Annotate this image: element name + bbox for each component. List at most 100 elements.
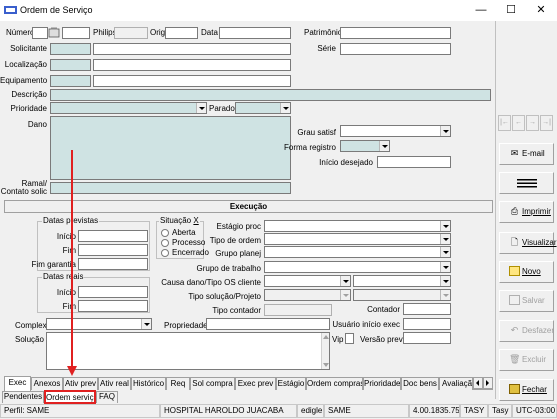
versao-prev-field[interactable] (403, 332, 451, 344)
grupo-trabalho-dropdown[interactable] (264, 261, 451, 273)
undo-icon: ↶ (510, 325, 519, 335)
status-hospital: HOSPITAL HAROLDO JUACABA (160, 404, 297, 418)
desfazer-button[interactable]: ↶ Desfazer (499, 320, 554, 342)
tab-req[interactable]: Req (166, 377, 190, 390)
tab-historico[interactable]: Histórico (131, 377, 166, 390)
scroll-up-icon[interactable] (323, 335, 329, 339)
tab-sol-compra[interactable]: Sol compra (190, 377, 235, 390)
grupo-planej-dropdown[interactable] (264, 246, 451, 258)
dano-textarea[interactable] (50, 116, 291, 180)
lookup-icon[interactable] (48, 27, 60, 39)
tab-ordem-servico[interactable]: Ordem serviço (44, 390, 96, 404)
contador-field[interactable] (403, 303, 451, 315)
status-perfil: Perfil: SAME (0, 404, 160, 418)
causa-dano-dropdown[interactable] (264, 275, 351, 287)
close-button[interactable]: ✕ (527, 2, 555, 18)
numero-field[interactable] (32, 27, 48, 39)
status-app2: Tasy (488, 404, 512, 418)
chevron-down-icon (440, 221, 450, 231)
radio-aberta[interactable] (161, 229, 169, 237)
email-button[interactable]: ✉ E-mail (499, 143, 554, 165)
equipamento-name[interactable] (93, 75, 291, 87)
fim-garantia-field[interactable] (78, 258, 148, 270)
delete-icon: 🗑 (509, 354, 521, 364)
tab-ordem-compras[interactable]: Ordem compras (306, 377, 363, 390)
next-record-icon[interactable]: → (526, 115, 539, 131)
serie-field[interactable] (340, 43, 451, 55)
tab-doc-bens[interactable]: Doc bens (401, 377, 439, 390)
localizacao-name[interactable] (93, 59, 291, 71)
nav-buttons: |← ← → →| (498, 115, 555, 133)
tab-exec-prev[interactable]: Exec prev (235, 377, 276, 390)
tab-exec[interactable]: Exec (4, 376, 31, 391)
forma-registro-dropdown[interactable] (340, 140, 390, 152)
fim-real-field[interactable] (78, 300, 148, 312)
imprimir-button[interactable]: ⎙ Imprimir (499, 201, 554, 223)
equipamento-code[interactable] (50, 75, 91, 87)
radio-processo[interactable] (161, 239, 169, 247)
vip-checkbox[interactable] (345, 333, 354, 344)
chevron-down-icon (440, 247, 450, 257)
status-version: 4.00.1835.75 (409, 404, 460, 418)
patrimonio-field[interactable] (340, 27, 451, 39)
contador-label: Contador (367, 305, 400, 314)
first-record-icon[interactable]: |← (498, 115, 511, 131)
chevron-down-icon (440, 276, 450, 286)
chevron-down-icon (196, 103, 206, 113)
numero-value[interactable] (62, 27, 90, 39)
prioridade-dropdown[interactable] (50, 102, 207, 114)
descricao-field[interactable] (50, 89, 491, 101)
tab-pendentes[interactable]: Pendentes (2, 391, 44, 403)
descricao-label: Descrição (11, 90, 47, 99)
propriedade-label: Propriedade (164, 321, 208, 330)
scroll-down-icon[interactable] (323, 363, 329, 367)
solicitante-code[interactable] (50, 43, 91, 55)
inicio-real-field[interactable] (78, 286, 148, 298)
fim-prev-field[interactable] (78, 244, 148, 256)
tipo-solucao-dropdown[interactable] (264, 289, 351, 301)
tab-ativ-prev[interactable]: Ativ prev (63, 377, 98, 390)
novo-button[interactable]: Novo (499, 261, 554, 283)
parado-dropdown[interactable] (235, 102, 291, 114)
visualizar-button[interactable]: 🗋 Visualizar (499, 232, 557, 254)
complex-dropdown[interactable] (46, 318, 152, 330)
solucao-textarea[interactable] (46, 332, 330, 370)
orig-field[interactable] (165, 27, 198, 39)
localizacao-code[interactable] (50, 59, 91, 71)
tab-scroll-arrows[interactable] (473, 377, 493, 389)
ramal-field[interactable] (50, 182, 291, 194)
inicio-prev-field[interactable] (78, 230, 148, 242)
usuario-inicio-field[interactable] (403, 318, 451, 330)
solucao-scrollbar[interactable] (321, 333, 329, 369)
chevron-down-icon (440, 290, 450, 300)
tab-prioridade[interactable]: Prioridade (363, 377, 401, 390)
projeto-dropdown[interactable] (353, 289, 451, 301)
solicitante-name[interactable] (93, 43, 291, 55)
tab-anexos[interactable]: Anexos (31, 377, 63, 390)
contato-label: Contato solic (0, 187, 47, 196)
minimize-button[interactable]: — (467, 2, 495, 18)
tab-estagio[interactable]: Estágio (276, 377, 306, 390)
menu-button[interactable] (499, 172, 554, 194)
estagio-proc-dropdown[interactable] (264, 220, 451, 232)
inicio-desejado-field[interactable] (377, 156, 451, 168)
tab-avaliacao[interactable]: Avaliação (439, 377, 473, 390)
tab-ativ-real[interactable]: Ativ real (98, 377, 131, 390)
radio-encerrado[interactable] (161, 249, 169, 257)
fechar-button[interactable]: Fechar (499, 379, 554, 401)
tipo-os-cliente-dropdown[interactable] (353, 275, 451, 287)
data-field[interactable] (219, 27, 291, 39)
chevron-down-icon (280, 103, 290, 113)
tipo-ordem-dropdown[interactable] (264, 233, 451, 245)
tab-faq[interactable]: FAQ (96, 391, 118, 403)
prioridade-label: Prioridade (10, 104, 47, 113)
propriedade-field[interactable] (206, 318, 330, 330)
excluir-button[interactable]: 🗑 Excluir (499, 349, 554, 371)
grupo-planej-label: Grupo planej (215, 249, 261, 258)
salvar-button[interactable]: Salvar (499, 290, 554, 312)
grau-satisf-dropdown[interactable] (340, 125, 451, 137)
last-record-icon[interactable]: →| (540, 115, 553, 131)
chevron-down-icon (340, 290, 350, 300)
maximize-button[interactable]: ☐ (497, 2, 525, 18)
prev-record-icon[interactable]: ← (512, 115, 525, 131)
